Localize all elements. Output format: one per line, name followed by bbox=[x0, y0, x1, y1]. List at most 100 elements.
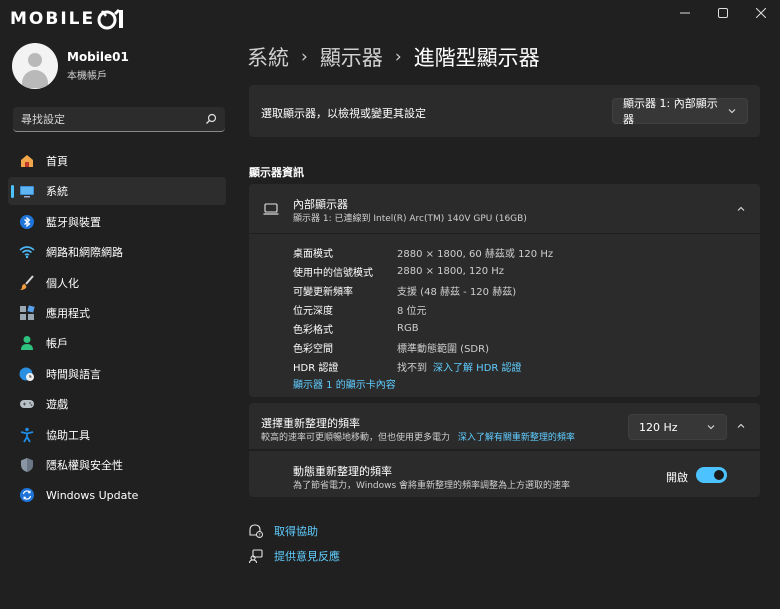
breadcrumb-system[interactable]: 系統 bbox=[247, 42, 289, 72]
brush-icon bbox=[19, 274, 35, 291]
toggle-state-label: 開啟 bbox=[666, 471, 688, 484]
chevron-down-icon bbox=[728, 109, 736, 114]
feedback-icon bbox=[249, 549, 263, 563]
sidebar-item-privacy[interactable]: 隱私權與安全性 bbox=[8, 451, 226, 479]
sidebar-item-label: 隱私權與安全性 bbox=[46, 458, 123, 472]
search-input[interactable]: 尋找設定 bbox=[13, 107, 225, 132]
spec-key: 位元深度 bbox=[293, 306, 333, 317]
sidebar-item-label: 帳戶 bbox=[46, 337, 68, 351]
display-info-subtitle: 顯示器 1: 已連線到 Intel(R) Arc(TM) 140V GPU (1… bbox=[293, 214, 527, 224]
globe-clock-icon bbox=[19, 366, 35, 382]
spec-row: 桌面模式 2880 × 1800, 60 赫茲或 120 Hz bbox=[293, 243, 733, 262]
app-logo: MOBILE bbox=[10, 8, 127, 30]
home-icon bbox=[19, 153, 35, 169]
spec-row: 色彩格式 RGB bbox=[293, 319, 733, 338]
breadcrumb-separator: › bbox=[301, 47, 308, 67]
spec-value: 支援 (48 赫茲 - 120 赫茲) bbox=[397, 287, 517, 298]
collapse-button[interactable] bbox=[730, 415, 752, 437]
sidebar-nav: 首頁 系統 藍牙與裝置 網路和網際網路 個人化 應用程式 帳戶 時間與語言 遊戲… bbox=[8, 147, 226, 512]
sidebar-item-home[interactable]: 首頁 bbox=[8, 147, 226, 175]
display-spec-list: 桌面模式 2880 × 1800, 60 赫茲或 120 Hz 使用中的信號模式… bbox=[293, 243, 733, 376]
sidebar-item-label: Windows Update bbox=[46, 488, 139, 502]
system-icon bbox=[19, 183, 35, 199]
sidebar-item-label: 系統 bbox=[46, 185, 68, 199]
spec-value: 8 位元 bbox=[397, 306, 427, 317]
profile-name: Mobile01 bbox=[67, 50, 129, 64]
sidebar-item-label: 時間與語言 bbox=[46, 367, 101, 381]
spec-row: 色彩空間 標準動態範圍 (SDR) bbox=[293, 338, 733, 357]
display-dropdown[interactable]: 顯示器 1: 內部顯示器 bbox=[612, 97, 748, 126]
collapse-button[interactable] bbox=[730, 198, 752, 220]
sidebar-item-bluetooth[interactable]: 藍牙與裝置 bbox=[8, 208, 226, 236]
laptop-icon bbox=[263, 203, 279, 215]
refresh-rate-description: 較高的速率可更順暢地移動，但也使用更多電力 bbox=[261, 433, 451, 443]
hdr-learn-more-link[interactable]: 深入了解 HDR 認證 bbox=[433, 359, 522, 374]
adapter-properties-link[interactable]: 顯示器 1 的顯示卡內容 bbox=[293, 376, 396, 391]
refresh-rate-card: 選擇重新整理的頻率 較高的速率可更順暢地移動，但也使用更多電力 深入了解有關重新… bbox=[249, 403, 760, 450]
logo-01-mark bbox=[97, 8, 124, 30]
profile-account-type: 本機帳戶 bbox=[67, 71, 107, 82]
spec-value: 標準動態範圍 (SDR) bbox=[397, 344, 489, 355]
dynamic-refresh-subtitle: 為了節省電力，Windows 會將重新整理的頻率調整為上方選取的速率 bbox=[293, 481, 571, 491]
section-title-display-info: 顯示器資訊 bbox=[249, 166, 304, 179]
sidebar-item-network[interactable]: 網路和網際網路 bbox=[8, 238, 226, 266]
user-profile[interactable]: Mobile01 本機帳戶 bbox=[12, 43, 129, 89]
breadcrumb-separator: › bbox=[394, 47, 402, 67]
refresh-rate-value: 120 Hz bbox=[639, 420, 678, 434]
display-select-card: 選取顯示器，以檢視或變更其設定 顯示器 1: 內部顯示器 bbox=[249, 85, 760, 137]
refresh-rate-learn-more-link[interactable]: 深入了解有關重新整理的頻率 bbox=[458, 433, 575, 443]
dynamic-refresh-toggle[interactable] bbox=[696, 467, 727, 483]
update-icon bbox=[19, 487, 35, 503]
spec-key: 色彩空間 bbox=[293, 344, 333, 355]
help-chat-icon: ? bbox=[249, 524, 263, 538]
spec-key: 色彩格式 bbox=[293, 325, 333, 336]
apps-icon bbox=[19, 305, 35, 321]
gamepad-icon bbox=[19, 396, 35, 412]
breadcrumb-display[interactable]: 顯示器 bbox=[320, 42, 383, 72]
get-help-link[interactable]: ? 取得協助 bbox=[249, 523, 318, 539]
sidebar-item-label: 個人化 bbox=[46, 276, 79, 290]
window-controls bbox=[666, 0, 780, 26]
spec-value: 找不到 bbox=[397, 363, 427, 374]
sidebar-item-gaming[interactable]: 遊戲 bbox=[8, 390, 226, 418]
dynamic-refresh-title: 動態重新整理的頻率 bbox=[293, 465, 392, 478]
get-help-text: 取得協助 bbox=[274, 525, 318, 538]
avatar bbox=[12, 43, 58, 89]
search-icon bbox=[206, 113, 217, 124]
spec-value: 2880 × 1800, 60 赫茲或 120 Hz bbox=[397, 249, 554, 260]
dynamic-refresh-card: 動態重新整理的頻率 為了節省電力，Windows 會將重新整理的頻率調整為上方選… bbox=[249, 451, 760, 497]
account-icon bbox=[19, 335, 35, 351]
spec-key: 桌面模式 bbox=[293, 249, 333, 260]
sidebar-item-windows-update[interactable]: Windows Update bbox=[8, 481, 226, 509]
sidebar-item-label: 藍牙與裝置 bbox=[46, 215, 101, 229]
spec-key: 使用中的信號模式 bbox=[293, 268, 373, 279]
page-title: 進階型顯示器 bbox=[413, 46, 540, 70]
feedback-text: 提供意見反應 bbox=[274, 550, 340, 563]
toggle-knob bbox=[714, 470, 724, 480]
sidebar-item-accounts[interactable]: 帳戶 bbox=[8, 329, 226, 357]
sidebar-item-apps[interactable]: 應用程式 bbox=[8, 299, 226, 327]
display-info-header[interactable]: 內部顯示器 顯示器 1: 已連線到 Intel(R) Arc(TM) 140V … bbox=[249, 184, 760, 234]
chevron-up-icon bbox=[737, 423, 745, 428]
sidebar-item-accessibility[interactable]: 協助工具 bbox=[8, 421, 226, 449]
sidebar-item-label: 首頁 bbox=[46, 155, 68, 168]
display-info-card: 內部顯示器 顯示器 1: 已連線到 Intel(R) Arc(TM) 140V … bbox=[249, 184, 760, 397]
minimize-button[interactable] bbox=[666, 0, 704, 26]
refresh-rate-dropdown[interactable]: 120 Hz bbox=[628, 414, 727, 440]
sidebar-item-time-language[interactable]: 時間與語言 bbox=[8, 360, 226, 388]
search-placeholder: 尋找設定 bbox=[21, 113, 65, 126]
sidebar-item-label: 遊戲 bbox=[46, 398, 68, 412]
close-button[interactable] bbox=[742, 0, 780, 26]
maximize-icon bbox=[718, 8, 728, 18]
maximize-button[interactable] bbox=[704, 0, 742, 26]
display-dropdown-value: 顯示器 1: 內部顯示器 bbox=[623, 97, 718, 126]
wifi-icon bbox=[19, 244, 35, 260]
sidebar-item-system[interactable]: 系統 bbox=[8, 177, 226, 206]
sidebar-item-personalization[interactable]: 個人化 bbox=[8, 269, 226, 297]
spec-key: HDR 認證 bbox=[293, 363, 339, 374]
minimize-icon bbox=[680, 12, 690, 14]
sidebar-item-label: 網路和網際網路 bbox=[46, 246, 123, 260]
bluetooth-icon bbox=[19, 214, 35, 230]
feedback-link[interactable]: 提供意見反應 bbox=[249, 548, 340, 564]
display-select-label: 選取顯示器，以檢視或變更其設定 bbox=[261, 107, 426, 120]
